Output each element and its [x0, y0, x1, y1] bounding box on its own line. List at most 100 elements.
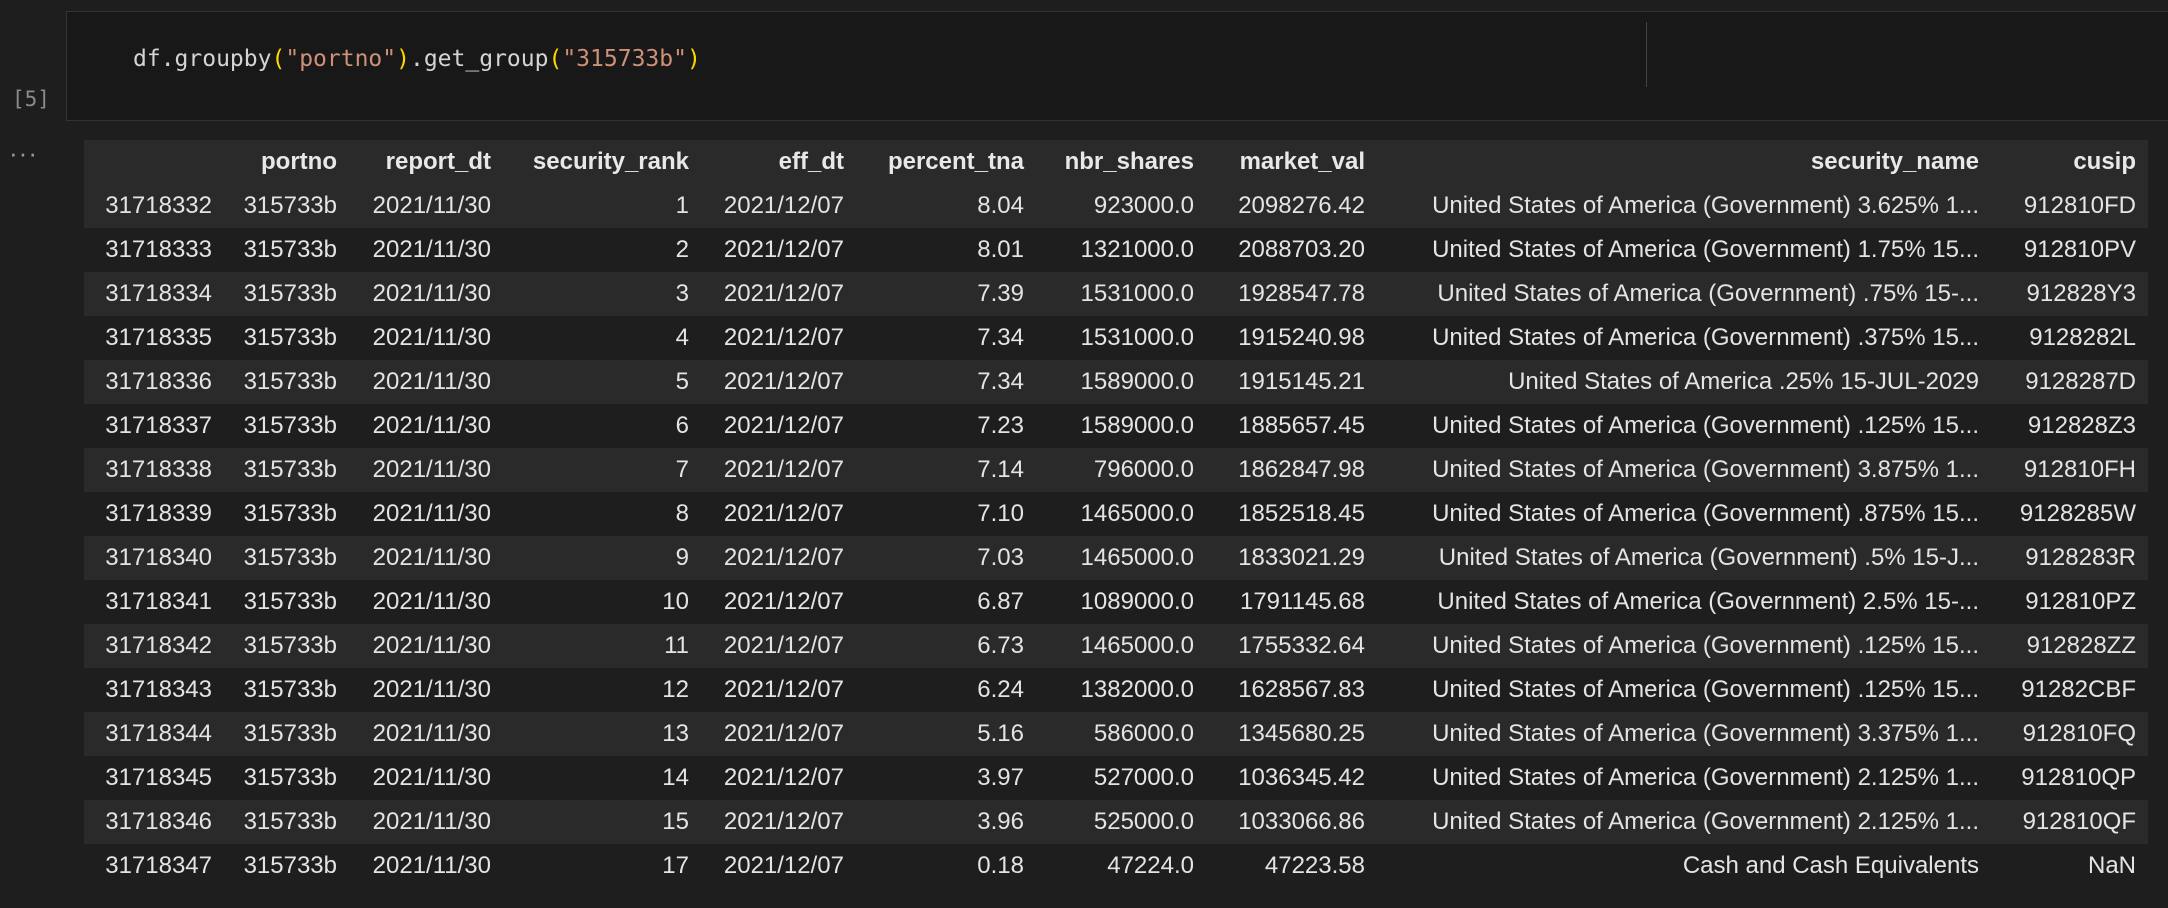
cell-nbr-shares: 923000.0: [1036, 184, 1206, 228]
dataframe-table: portno report_dt security_rank eff_dt percen…: [84, 140, 2148, 888]
cell-security-name: United States of America (Government) .1…: [1377, 624, 1991, 668]
cell-cusip: 912810QF: [1991, 800, 2148, 844]
cell-security-name: United States of America (Government) .1…: [1377, 668, 1991, 712]
cell-portno: 315733b: [224, 228, 349, 272]
table-row: 31718338 315733b 2021/11/30 7 2021/12/07 7.14…: [84, 448, 2148, 492]
cell-report-dt: 2021/11/30: [349, 228, 503, 272]
cell-security-rank: 3: [503, 272, 701, 316]
cell-market-val: 1628567.83: [1206, 668, 1377, 712]
cell-portno: 315733b: [224, 580, 349, 624]
cell-market-val: 1885657.45: [1206, 404, 1377, 448]
table-row: 31718344 315733b 2021/11/30 13 2021/12/07 5.1…: [84, 712, 2148, 756]
cell-portno: 315733b: [224, 668, 349, 712]
cell-index: 31718337: [84, 404, 224, 448]
cell-security-name: United States of America (Government) 1.…: [1377, 228, 1991, 272]
cell-index: 31718340: [84, 536, 224, 580]
cell-market-val: 1345680.25: [1206, 712, 1377, 756]
cell-eff-dt: 2021/12/07: [701, 844, 856, 888]
code-method: .get_group: [409, 46, 549, 72]
code-expression: df.groupby: [133, 46, 272, 72]
cell-cusip: 912828ZZ: [1991, 624, 2148, 668]
cell-percent-tna: 8.01: [856, 228, 1036, 272]
cell-eff-dt: 2021/12/07: [701, 448, 856, 492]
cell-index: 31718345: [84, 756, 224, 800]
cell-nbr-shares: 1531000.0: [1036, 316, 1206, 360]
cell-index: 31718346: [84, 800, 224, 844]
notebook-page: df.groupby("portno").get_group("315733b"…: [0, 0, 2168, 908]
cell-percent-tna: 7.23: [856, 404, 1036, 448]
cell-security-rank: 13: [503, 712, 701, 756]
cell-portno: 315733b: [224, 800, 349, 844]
output-more-actions-icon[interactable]: ···: [9, 140, 38, 166]
cell-percent-tna: 7.34: [856, 316, 1036, 360]
cell-portno: 315733b: [224, 184, 349, 228]
cell-security-rank: 1: [503, 184, 701, 228]
cell-market-val: 1928547.78: [1206, 272, 1377, 316]
cell-nbr-shares: 47224.0: [1036, 844, 1206, 888]
cell-eff-dt: 2021/12/07: [701, 316, 856, 360]
cell-portno: 315733b: [224, 404, 349, 448]
cell-cusip: 912810PZ: [1991, 580, 2148, 624]
execution-count: [5]: [12, 87, 50, 111]
cell-security-name: United States of America (Government) .8…: [1377, 492, 1991, 536]
cell-security-rank: 4: [503, 316, 701, 360]
cell-cusip: 912828Y3: [1991, 272, 2148, 316]
cell-portno: 315733b: [224, 360, 349, 404]
cell-portno: 315733b: [224, 272, 349, 316]
cell-market-val: 2088703.20: [1206, 228, 1377, 272]
header-row: portno report_dt security_rank eff_dt percen…: [84, 140, 2148, 184]
cell-index: 31718347: [84, 844, 224, 888]
cell-security-rank: 14: [503, 756, 701, 800]
cell-percent-tna: 7.39: [856, 272, 1036, 316]
code-cell-editor[interactable]: df.groupby("portno").get_group("315733b"…: [66, 11, 2168, 121]
cell-index: 31718334: [84, 272, 224, 316]
cell-nbr-shares: 1465000.0: [1036, 492, 1206, 536]
cell-report-dt: 2021/11/30: [349, 624, 503, 668]
cell-percent-tna: 7.10: [856, 492, 1036, 536]
cell-security-rank: 7: [503, 448, 701, 492]
cell-security-name: United States of America (Government) .1…: [1377, 404, 1991, 448]
cell-cusip: 91282CBF: [1991, 668, 2148, 712]
cell-security-name: United States of America (Government) 2.…: [1377, 800, 1991, 844]
cell-market-val: 1033066.86: [1206, 800, 1377, 844]
cell-eff-dt: 2021/12/07: [701, 228, 856, 272]
cell-eff-dt: 2021/12/07: [701, 404, 856, 448]
cell-index: 31718343: [84, 668, 224, 712]
code-line[interactable]: df.groupby("portno").get_group("315733b"…: [133, 46, 701, 72]
column-header-report-dt: report_dt: [349, 140, 503, 184]
cell-cusip: 9128285W: [1991, 492, 2148, 536]
cell-market-val: 1915145.21: [1206, 360, 1377, 404]
cell-nbr-shares: 1531000.0: [1036, 272, 1206, 316]
cell-nbr-shares: 796000.0: [1036, 448, 1206, 492]
cell-report-dt: 2021/11/30: [349, 756, 503, 800]
cell-security-name: United States of America (Government) 2.…: [1377, 756, 1991, 800]
cell-security-name: United States of America .25% 15-JUL-202…: [1377, 360, 1991, 404]
cell-portno: 315733b: [224, 316, 349, 360]
table-row: 31718337 315733b 2021/11/30 6 2021/12/07 7.23…: [84, 404, 2148, 448]
cell-eff-dt: 2021/12/07: [701, 712, 856, 756]
cell-security-name: United States of America (Government) 3.…: [1377, 712, 1991, 756]
cell-report-dt: 2021/11/30: [349, 580, 503, 624]
cell-percent-tna: 3.97: [856, 756, 1036, 800]
cell-cusip: 9128287D: [1991, 360, 2148, 404]
cell-nbr-shares: 1089000.0: [1036, 580, 1206, 624]
code-paren-open: (: [271, 46, 286, 72]
code-paren-close: ): [396, 46, 410, 72]
cell-percent-tna: 7.03: [856, 536, 1036, 580]
cell-nbr-shares: 1465000.0: [1036, 624, 1206, 668]
cell-portno: 315733b: [224, 756, 349, 800]
column-header-cusip: cusip: [1991, 140, 2148, 184]
cell-cusip: 912828Z3: [1991, 404, 2148, 448]
cell-percent-tna: 8.04: [856, 184, 1036, 228]
cell-report-dt: 2021/11/30: [349, 800, 503, 844]
cell-percent-tna: 7.34: [856, 360, 1036, 404]
cell-security-rank: 8: [503, 492, 701, 536]
cell-index: 31718344: [84, 712, 224, 756]
cell-portno: 315733b: [224, 492, 349, 536]
cell-security-rank: 10: [503, 580, 701, 624]
cell-cusip: 912810FH: [1991, 448, 2148, 492]
table-row: 31718342 315733b 2021/11/30 11 2021/12/07 6.7…: [84, 624, 2148, 668]
cell-security-name: United States of America (Government) 2.…: [1377, 580, 1991, 624]
table-row: 31718346 315733b 2021/11/30 15 2021/12/07 3.9…: [84, 800, 2148, 844]
cell-eff-dt: 2021/12/07: [701, 272, 856, 316]
